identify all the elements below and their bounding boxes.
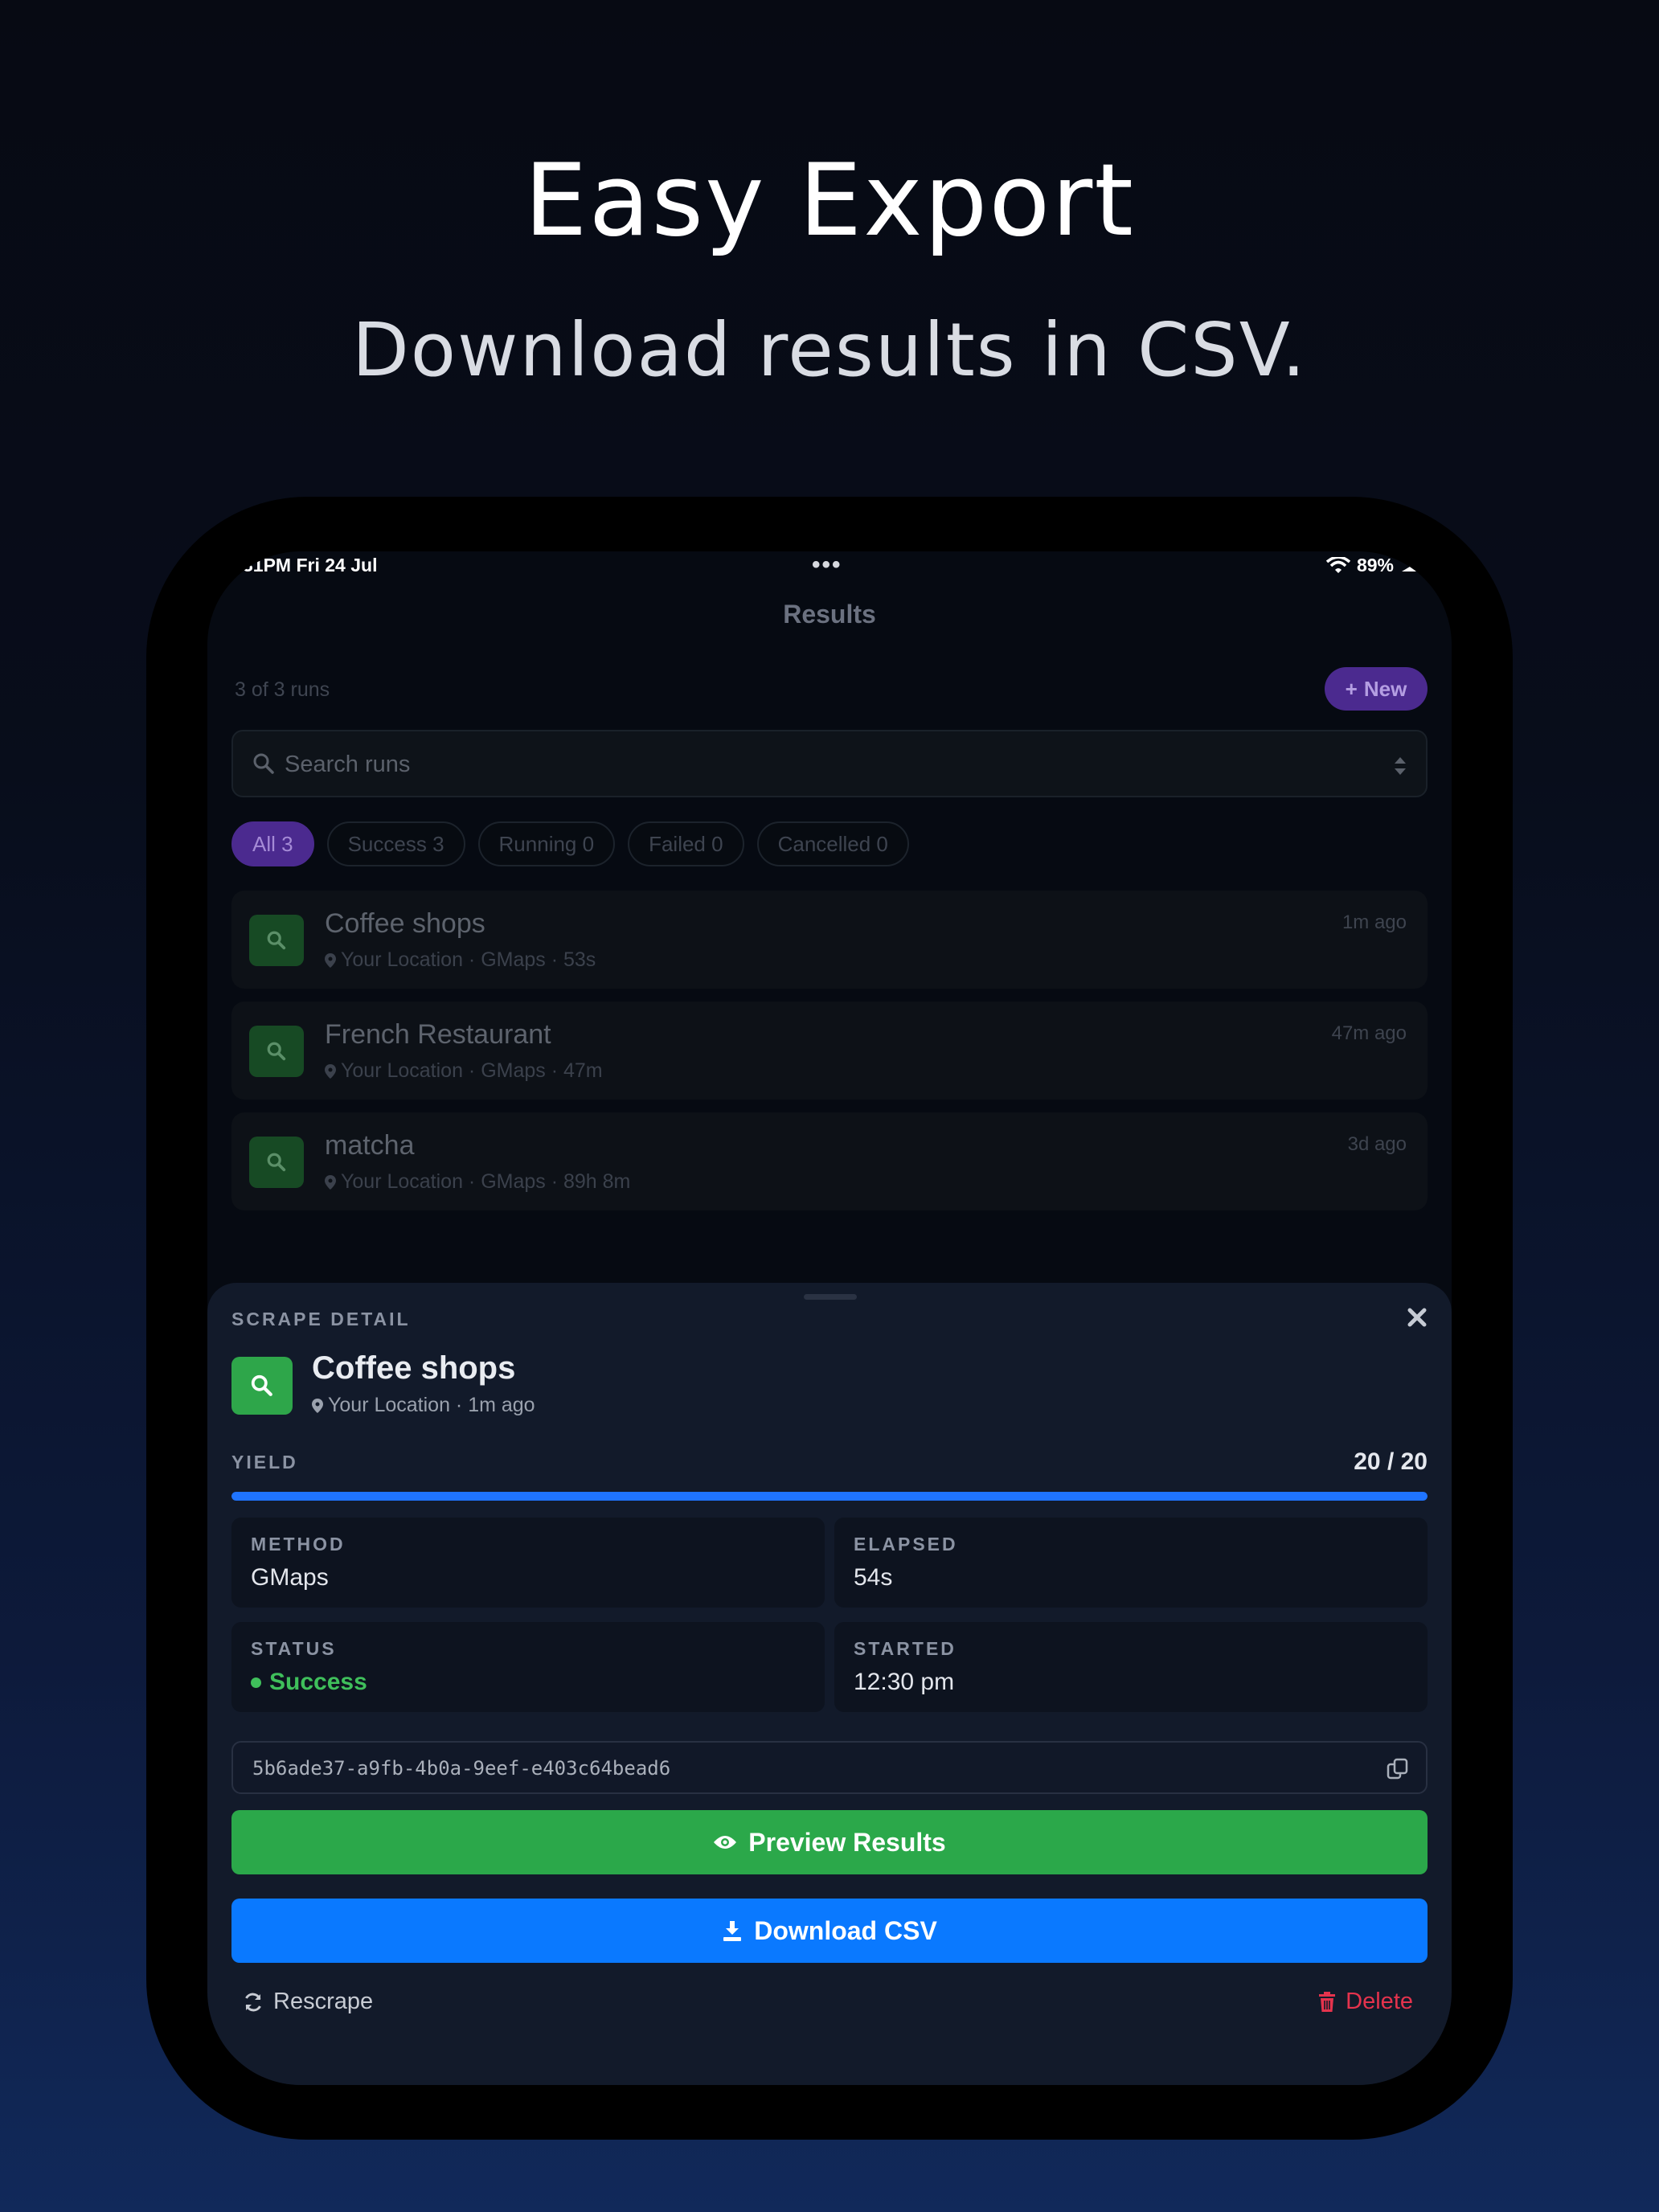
refresh-icon — [245, 1993, 261, 2011]
search-runs-field[interactable]: Search runs — [231, 730, 1428, 797]
copy-icon[interactable] — [1386, 1757, 1410, 1781]
search-icon — [231, 1357, 293, 1415]
started-label: STARTED — [854, 1638, 956, 1659]
multitasking-dots[interactable]: ••• — [812, 551, 842, 579]
run-row[interactable]: Coffee shops Your Location · GMaps · 53s… — [231, 891, 1428, 989]
run-id-field[interactable]: 5b6ade37-a9fb-4b0a-9eef-e403c64bead6 — [231, 1741, 1428, 1794]
download-csv-button[interactable]: Download CSV — [231, 1899, 1428, 1963]
method-card: METHOD GMaps — [231, 1518, 825, 1608]
run-row[interactable]: matcha Your Location · GMaps · 89h 8m 3d… — [231, 1112, 1428, 1210]
location-pin-icon — [312, 1398, 323, 1413]
wifi-icon — [1325, 556, 1350, 573]
tablet-screen: 31PM Fri 24 Jul ••• 89% Results 3 of 3 r… — [207, 551, 1452, 2085]
run-row[interactable]: French Restaurant Your Location · GMaps … — [231, 1002, 1428, 1100]
status-indicators: 89% — [1325, 555, 1419, 576]
elapsed-card: ELAPSED 54s — [834, 1518, 1428, 1608]
hero-title: Easy Export — [524, 143, 1135, 259]
elapsed-value: 54s — [854, 1564, 893, 1591]
preview-results-label: Preview Results — [748, 1827, 946, 1857]
filter-chip-running[interactable]: Running 0 — [477, 821, 616, 866]
rescrape-button[interactable]: Rescrape — [243, 1989, 373, 2015]
trash-icon — [1319, 1991, 1336, 2012]
elapsed-label: ELAPSED — [854, 1534, 958, 1555]
sort-chevrons-icon[interactable] — [1392, 754, 1408, 778]
run-time: 47m ago — [1331, 1022, 1407, 1044]
preview-results-button[interactable]: Preview Results — [231, 1810, 1428, 1874]
status-card: STATUS Success — [231, 1622, 825, 1712]
status-bar: 31PM Fri 24 Jul ••• 89% — [207, 551, 1452, 584]
close-icon[interactable] — [1407, 1307, 1428, 1328]
detail-title: Coffee shops — [312, 1350, 516, 1386]
filter-chip-failed[interactable]: Failed 0 — [628, 821, 744, 866]
search-icon — [249, 1137, 304, 1188]
status-label: STATUS — [251, 1638, 337, 1659]
delete-button[interactable]: Delete — [1318, 1989, 1413, 2015]
new-run-label: New — [1363, 676, 1407, 701]
filter-chip-cancelled[interactable]: Cancelled 0 — [756, 821, 909, 866]
run-time: 3d ago — [1347, 1133, 1407, 1155]
download-icon — [723, 1921, 742, 1941]
location-pin-icon — [325, 1174, 336, 1190]
download-csv-label: Download CSV — [754, 1915, 937, 1945]
search-icon — [253, 753, 274, 774]
runs-count: 3 of 3 runs — [235, 678, 330, 701]
hero-subtitle: Download results in CSV. — [351, 307, 1308, 393]
sheet-grabber[interactable] — [804, 1294, 857, 1300]
status-value-text: Success — [269, 1669, 367, 1695]
run-meta: Your Location · GMaps · 53s — [325, 948, 596, 972]
status-dot-icon — [251, 1677, 261, 1688]
search-icon — [249, 1026, 304, 1077]
new-run-button[interactable]: + New — [1325, 667, 1428, 711]
run-time: 1m ago — [1342, 911, 1407, 933]
run-id-text: 5b6ade37-a9fb-4b0a-9eef-e403c64bead6 — [252, 1757, 671, 1780]
method-label: METHOD — [251, 1534, 346, 1555]
run-meta: Your Location · GMaps · 89h 8m — [325, 1170, 630, 1194]
sheet-section-label: SCRAPE DETAIL — [231, 1309, 411, 1329]
detail-meta: Your Location · 1m ago — [312, 1394, 535, 1417]
run-meta-text: Your Location · GMaps · 47m — [341, 1059, 603, 1082]
yield-value: 20 / 20 — [1354, 1448, 1428, 1475]
method-value: GMaps — [251, 1564, 329, 1591]
run-meta: Your Location · GMaps · 47m — [325, 1059, 603, 1083]
filter-chip-all[interactable]: All 3 — [231, 821, 314, 866]
scrape-detail-sheet: SCRAPE DETAIL Coffee shops Your Location… — [207, 1283, 1452, 2085]
run-meta-text: Your Location · GMaps · 53s — [341, 948, 596, 971]
yield-progress-bar — [231, 1492, 1428, 1501]
status-value: Success — [251, 1669, 367, 1696]
run-title: matcha — [325, 1130, 415, 1161]
page-title: Results — [783, 600, 876, 629]
search-placeholder: Search runs — [285, 752, 411, 777]
run-meta-text: Your Location · GMaps · 89h 8m — [341, 1170, 631, 1193]
eye-icon — [714, 1836, 737, 1849]
started-card: STARTED 12:30 pm — [834, 1622, 1428, 1712]
battery-percent: 89% — [1356, 555, 1394, 576]
run-title: French Restaurant — [325, 1019, 551, 1050]
location-pin-icon — [325, 1063, 336, 1079]
plus-icon: + — [1345, 676, 1358, 701]
search-icon — [249, 915, 304, 966]
yield-label: YIELD — [231, 1452, 298, 1473]
location-pin-icon — [325, 952, 336, 968]
delete-label: Delete — [1346, 1989, 1413, 2014]
yield-progress-fill — [231, 1492, 1428, 1501]
rescrape-label: Rescrape — [273, 1989, 374, 2014]
status-filter-chips: All 3 Success 3 Running 0 Failed 0 Cance… — [231, 821, 909, 866]
status-time: 31PM Fri 24 Jul — [243, 555, 378, 576]
battery-icon — [1402, 561, 1418, 571]
filter-chip-success[interactable]: Success 3 — [326, 821, 465, 866]
detail-meta-text: Your Location · 1m ago — [328, 1394, 535, 1416]
run-title: Coffee shops — [325, 908, 485, 939]
started-value: 12:30 pm — [854, 1669, 955, 1695]
